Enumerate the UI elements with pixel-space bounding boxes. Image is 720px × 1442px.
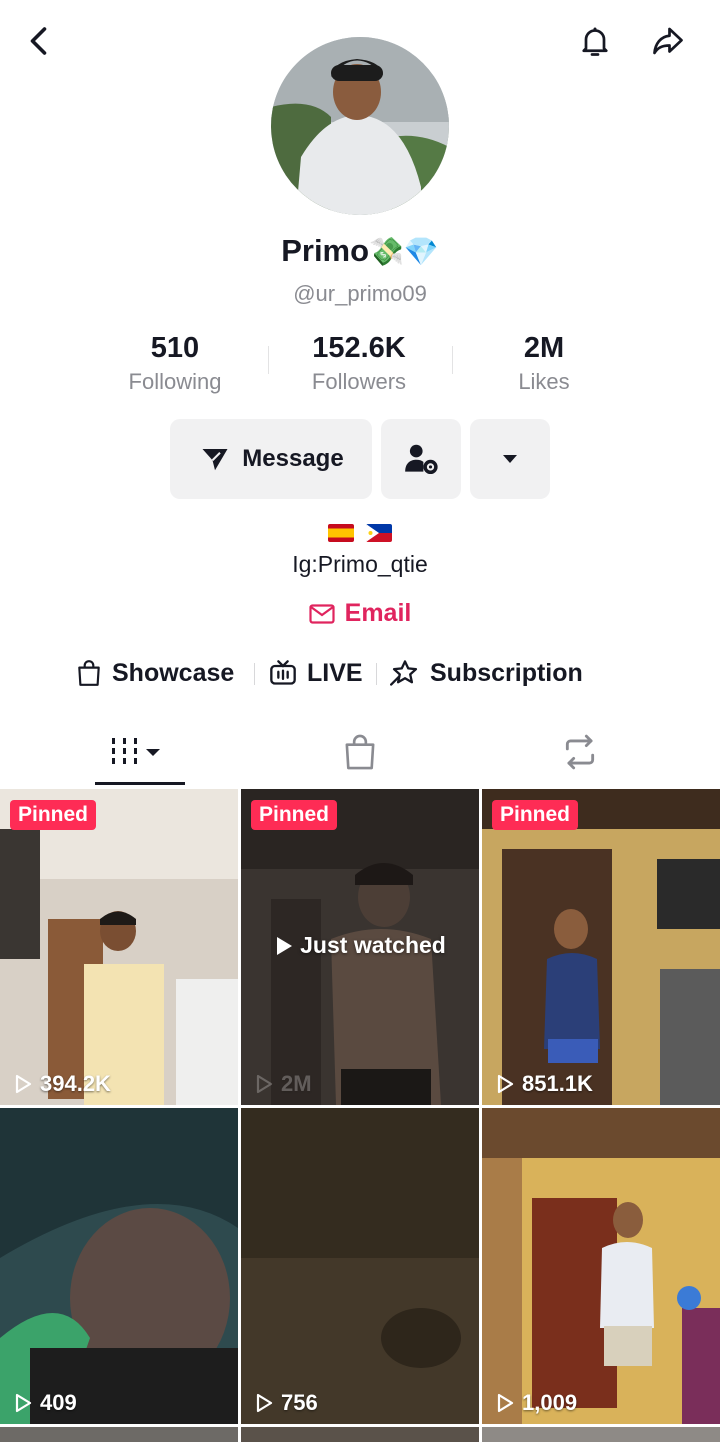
message-button[interactable]: Message	[170, 419, 372, 499]
person-gear-icon	[405, 444, 438, 475]
live-label: LIVE	[307, 658, 363, 687]
star-ticket-icon	[390, 660, 418, 686]
bio-text: Ig:Primo_qtie	[292, 551, 428, 577]
play-outline-icon	[15, 1074, 32, 1094]
tab-reposts[interactable]	[460, 722, 700, 782]
pinned-badge: Pinned	[10, 800, 97, 830]
followers-count: 152.6K	[312, 332, 406, 364]
likes-stat[interactable]: 2M Likes	[449, 330, 639, 398]
name-emojis: 💸💎	[369, 236, 439, 267]
following-stat[interactable]: 510 Following	[80, 330, 270, 398]
friend-settings-button[interactable]	[381, 419, 461, 499]
envelope-icon	[309, 603, 335, 624]
spain-flag-icon	[328, 524, 355, 543]
profile-photo-image	[271, 37, 449, 215]
play-outline-icon	[497, 1393, 514, 1413]
active-tab-indicator	[95, 782, 185, 785]
tv-live-icon	[270, 660, 296, 685]
share-button[interactable]	[643, 16, 693, 66]
live-link[interactable]: LIVE	[269, 653, 363, 693]
view-count-text: 851.1K	[522, 1071, 593, 1096]
email-link[interactable]: Email	[0, 599, 720, 628]
view-count: 409	[12, 1390, 77, 1416]
video-thumbnail-image	[482, 789, 720, 1105]
video-thumbnail-image	[0, 1108, 238, 1424]
bell-icon	[582, 27, 608, 56]
chevron-left-icon	[30, 27, 47, 55]
videos-grid-icon	[112, 738, 160, 764]
view-count-text: 394.2K	[40, 1071, 111, 1096]
view-count: 2M	[253, 1071, 312, 1097]
repost-icon	[565, 734, 595, 770]
subscription-link[interactable]: Subscription	[390, 653, 583, 693]
video-thumbnail-partial[interactable]	[0, 1427, 238, 1442]
email-label: Email	[344, 599, 412, 627]
just-watched-label: Just watched	[241, 932, 479, 959]
video-thumbnail-image	[0, 789, 238, 1105]
play-outline-icon	[497, 1074, 514, 1094]
back-button[interactable]	[15, 16, 65, 66]
play-outline-icon	[256, 1074, 273, 1094]
video-thumbnail[interactable]: 1,009	[482, 1108, 720, 1424]
username: @ur_primo09	[293, 281, 427, 306]
subscription-label: Subscription	[430, 658, 583, 687]
view-count: 1,009	[494, 1390, 577, 1416]
video-thumbnail[interactable]: Pinned 394.2K	[0, 789, 238, 1105]
share-arrow-icon	[653, 27, 683, 55]
video-thumbnail[interactable]: 409	[0, 1108, 238, 1424]
showcase-link[interactable]: Showcase	[76, 653, 234, 693]
shopping-bag-icon	[78, 660, 100, 686]
tab-shop[interactable]	[240, 722, 480, 782]
link-divider	[254, 663, 255, 685]
video-thumbnail-partial[interactable]	[482, 1427, 720, 1442]
profile-links-row: Showcase LIVE Subscription	[0, 653, 720, 693]
display-name-row: Primo💸💎	[0, 233, 720, 269]
likes-label: Likes	[518, 369, 570, 394]
view-count: 394.2K	[12, 1071, 111, 1097]
link-divider	[376, 663, 377, 685]
following-label: Following	[128, 369, 222, 394]
likes-count: 2M	[523, 332, 565, 364]
display-name: Primo	[281, 233, 370, 268]
view-count-text: 2M	[281, 1071, 312, 1096]
message-label: Message	[242, 445, 344, 472]
view-count: 851.1K	[494, 1071, 593, 1097]
video-thumbnail[interactable]: Pinned Just watched 2M	[241, 789, 479, 1105]
notification-bell-button[interactable]	[570, 16, 620, 66]
showcase-label: Showcase	[112, 658, 235, 687]
view-count-text: 409	[40, 1390, 77, 1415]
pinned-badge: Pinned	[251, 800, 338, 830]
pinned-badge: Pinned	[492, 800, 579, 830]
tab-videos[interactable]	[20, 722, 260, 782]
caret-down-icon	[503, 455, 517, 463]
followers-stat[interactable]: 152.6K Followers	[264, 330, 454, 398]
more-options-dropdown[interactable]	[470, 419, 550, 499]
paper-plane-icon	[202, 449, 228, 471]
following-count: 510	[150, 332, 200, 364]
video-thumbnail[interactable]: 756	[241, 1108, 479, 1424]
video-thumbnail-image	[241, 1108, 479, 1424]
bio-flags	[0, 522, 720, 543]
followers-label: Followers	[311, 369, 407, 394]
play-icon	[277, 936, 293, 955]
video-thumbnail-partial[interactable]	[241, 1427, 479, 1442]
video-thumbnail[interactable]: Pinned 851.1K	[482, 789, 720, 1105]
view-count-text: 1,009	[522, 1390, 578, 1415]
view-count-text: 756	[281, 1390, 318, 1415]
play-outline-icon	[15, 1393, 32, 1413]
play-outline-icon	[256, 1393, 273, 1413]
shop-bag-icon	[345, 734, 375, 770]
philippines-flag-icon	[365, 524, 392, 543]
view-count: 756	[253, 1390, 318, 1416]
avatar[interactable]	[271, 37, 449, 215]
video-thumbnail-image	[482, 1108, 720, 1424]
just-watched-text: Just watched	[300, 932, 446, 958]
